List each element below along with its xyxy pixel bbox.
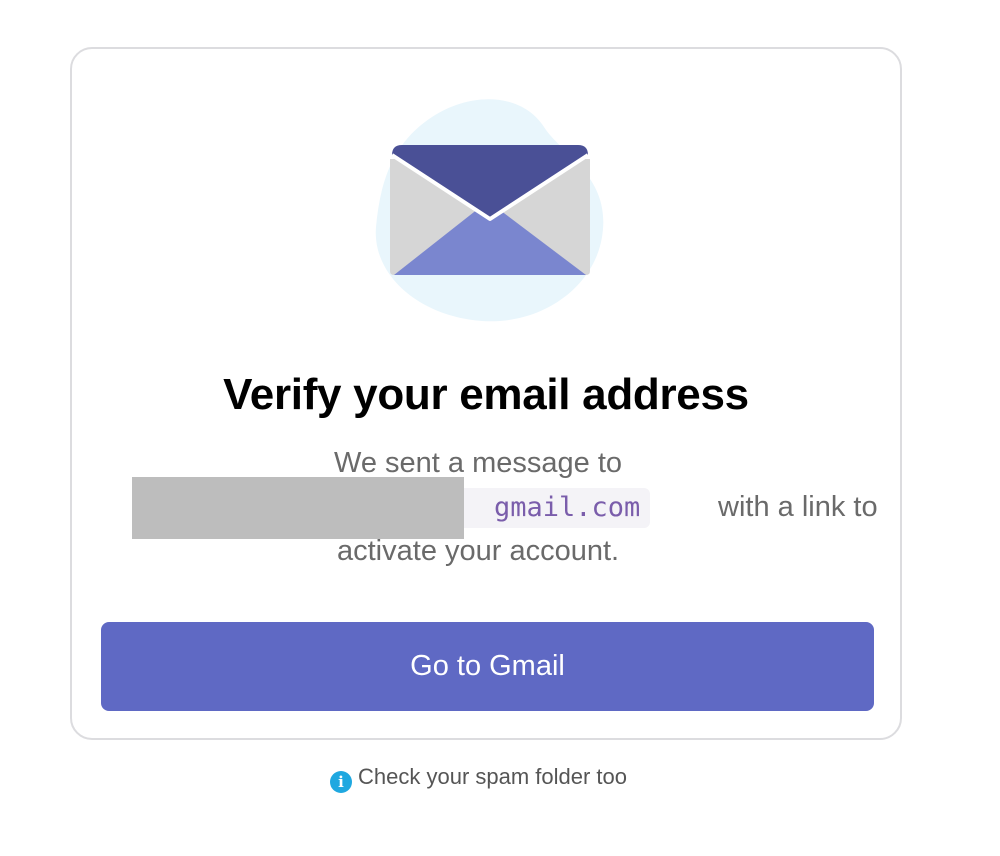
envelope-illustration	[372, 97, 608, 323]
spam-note: i Check your spam folder too	[0, 762, 1000, 793]
spam-note-text: Check your spam folder too	[358, 764, 628, 789]
message-after-email: with a link to	[718, 491, 878, 523]
redacted-email-block	[132, 477, 464, 539]
page-title: Verify your email address	[223, 370, 749, 419]
envelope-icon	[390, 145, 590, 275]
verify-email-card: Verify your email address We sent a mess…	[70, 47, 902, 740]
go-to-gmail-button[interactable]: Go to Gmail	[101, 622, 874, 711]
email-domain: gmail.com	[494, 492, 641, 523]
info-icon: i	[330, 771, 352, 793]
